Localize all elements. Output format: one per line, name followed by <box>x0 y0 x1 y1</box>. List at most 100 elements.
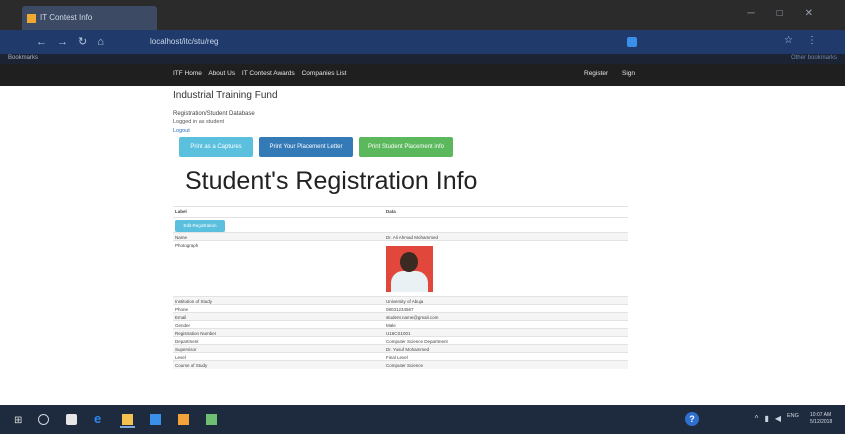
page-title: Student's Registration Info <box>185 167 478 195</box>
table-cell-label: Photograph <box>173 240 384 297</box>
other-bookmarks[interactable]: Other bookmarks <box>791 55 837 61</box>
logout-link[interactable]: Logout <box>173 128 190 134</box>
favicon-icon <box>27 14 36 23</box>
table-row: Gender Male <box>173 320 628 329</box>
table-cell-value: 08031234567 <box>384 304 628 313</box>
app-icon[interactable] <box>150 414 161 425</box>
table-cell: Edit Registration <box>173 217 384 233</box>
window-controls[interactable]: ─□✕ <box>747 8 835 19</box>
site-title: Industrial Training Fund <box>173 90 278 101</box>
table-cell-value: Dr. Yusuf Mohammed <box>384 344 628 353</box>
table-row: Supervisor Dr. Yusuf Mohammed <box>173 344 628 353</box>
help-icon[interactable]: ? <box>685 412 699 426</box>
tab-title: IT Contest Info <box>40 13 93 22</box>
table-row: Photograph <box>173 240 628 297</box>
address-toolbar: ←→↻⌂ localhost/itc/stu/reg ☆⋮ <box>0 30 845 54</box>
reload-icon[interactable]: ↻ <box>78 36 97 48</box>
nav-link-companies[interactable]: Companies List <box>302 70 347 77</box>
back-icon[interactable]: ← <box>36 36 57 48</box>
edit-registration-button[interactable]: Edit Registration <box>175 220 225 232</box>
table-cell-label: Email <box>173 312 384 321</box>
table-row: Level Final Level <box>173 352 628 361</box>
minimize-icon[interactable]: ─ <box>747 8 776 19</box>
nav-link-home[interactable]: ITF Home <box>173 70 202 77</box>
table-row: Phone 08031234567 <box>173 304 628 313</box>
nav-links: ITF Home About Us IT Contest Awards Comp… <box>173 70 351 77</box>
home-icon[interactable]: ⌂ <box>97 36 114 48</box>
table-header-label: Label <box>173 206 384 218</box>
table-cell-value: U16CS1001 <box>384 328 628 337</box>
table-header-row: Label Data <box>173 206 628 218</box>
nav-link-sign[interactable]: Sign <box>622 70 635 77</box>
edge-icon[interactable]: e <box>94 411 101 426</box>
clock-time: 10:07 AM <box>810 412 832 418</box>
toolbar-actions: ☆⋮ <box>784 35 831 46</box>
browser-tab[interactable]: IT Contest Info <box>22 6 157 30</box>
extension-icon[interactable] <box>627 37 637 47</box>
close-icon[interactable]: ✕ <box>805 8 835 19</box>
table-cell-label: Level <box>173 352 384 361</box>
table-cell-value: Computer Science <box>384 360 628 369</box>
photo-body <box>391 271 428 292</box>
bookmarks-label[interactable]: Bookmarks <box>8 55 38 61</box>
table-cell-value: student.name@gmail.com <box>384 312 628 321</box>
table-cell-value: Dr. Ali Ahmad Mohammed <box>384 232 628 241</box>
nav-link-awards[interactable]: IT Contest Awards <box>242 70 295 77</box>
table-cell-value: Final Level <box>384 352 628 361</box>
windows-start-icon[interactable]: ⊞ <box>14 415 22 426</box>
table-cell-label: Gender <box>173 320 384 329</box>
nav-buttons: ←→↻⌂ <box>36 35 114 48</box>
table-cell-value: Male <box>384 320 628 329</box>
table-row: Name Dr. Ali Ahmad Mohammed <box>173 232 628 241</box>
app-icon[interactable] <box>206 414 217 425</box>
registration-table: Label Data Edit Registration Name Dr. Al… <box>173 206 628 369</box>
table-cell-value <box>384 240 628 297</box>
system-tray: ^▮◀ <box>755 414 787 423</box>
table-cell-label: Registration Number <box>173 328 384 337</box>
table-cell-label: Institution of Study <box>173 296 384 305</box>
print-letter-button[interactable]: Print Your Placement Letter <box>259 137 353 157</box>
table-cell-label: Course of Study <box>173 360 384 369</box>
table-cell-value: Computer Science Department <box>384 336 628 345</box>
site-navbar: ITF Home About Us IT Contest Awards Comp… <box>0 64 845 86</box>
student-photo <box>386 246 433 292</box>
table-row: Course of Study Computer Science <box>173 360 628 369</box>
table-cell-value: University of Abuja <box>384 296 628 305</box>
forward-icon[interactable]: → <box>57 36 78 48</box>
app-icon[interactable] <box>178 414 189 425</box>
clock[interactable]: 10:07 AM 5/12/2018 <box>810 412 832 426</box>
browser-titlebar: IT Contest Info ─□✕ <box>0 0 845 30</box>
clock-date: 5/12/2018 <box>810 419 833 425</box>
star-icon[interactable]: ☆ <box>784 35 807 46</box>
table-row: Department Computer Science Department <box>173 336 628 345</box>
table-cell-label: Phone <box>173 304 384 313</box>
store-icon[interactable] <box>66 414 77 425</box>
table-row: Institution of Study University of Abuja <box>173 296 628 305</box>
logged-in-text: Logged in as student <box>173 119 225 125</box>
system-title: Registration/Student Database <box>173 111 255 117</box>
table-row: Email student.name@gmail.com <box>173 312 628 321</box>
print-all-button[interactable]: Print Student Placement info <box>359 137 453 157</box>
table-row: Edit Registration <box>173 217 628 233</box>
url-field[interactable]: localhost/itc/stu/reg <box>150 35 530 49</box>
nav-right: Register Sign <box>584 70 647 77</box>
table-cell-label: Name <box>173 232 384 241</box>
volume-icon[interactable]: ◀ <box>775 414 787 423</box>
print-capture-button[interactable]: Print as a Captures <box>179 137 253 157</box>
chevron-up-icon[interactable]: ^ <box>755 414 765 423</box>
bookmarks-bar: Bookmarks Other bookmarks <box>0 54 845 64</box>
os-taskbar: ⊞ e ? ^▮◀ ENG 10:07 AM 5/12/2018 <box>0 405 845 434</box>
search-icon[interactable] <box>38 414 49 425</box>
menu-icon[interactable]: ⋮ <box>807 35 831 46</box>
table-cell-label: Department <box>173 336 384 345</box>
photo-head <box>400 252 418 272</box>
network-icon[interactable]: ▮ <box>764 414 774 423</box>
nav-link-register[interactable]: Register <box>584 70 608 77</box>
language-indicator[interactable]: ENG <box>787 413 799 419</box>
table-row: Registration Number U16CS1001 <box>173 328 628 337</box>
active-app-indicator <box>120 426 135 428</box>
table-cell-label: Supervisor <box>173 344 384 353</box>
folder-icon[interactable] <box>122 414 133 425</box>
maximize-icon[interactable]: □ <box>777 8 805 19</box>
nav-link-about[interactable]: About Us <box>208 70 235 77</box>
